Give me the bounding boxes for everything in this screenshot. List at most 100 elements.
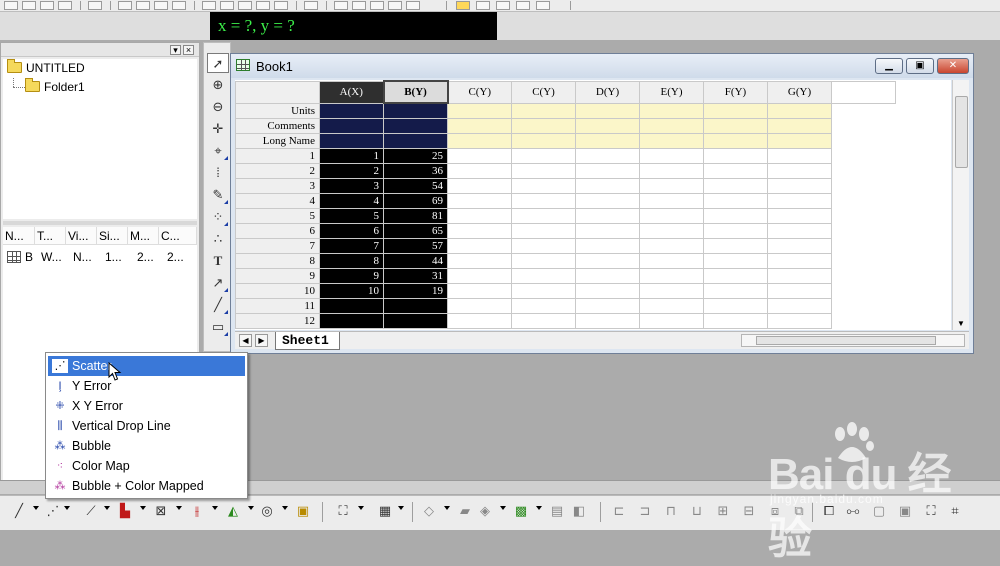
- zoom-out-icon[interactable]: ⊖: [207, 97, 229, 117]
- meta-cell[interactable]: [319, 132, 384, 149]
- data-cell[interactable]: [447, 282, 512, 299]
- menu-item-bubble-color-mapped[interactable]: ⁂ Bubble + Color Mapped: [48, 476, 245, 496]
- row-header[interactable]: 8: [235, 252, 320, 269]
- data-cell[interactable]: 65: [383, 222, 448, 239]
- data-cell[interactable]: [703, 312, 768, 329]
- tab-nav-left-icon[interactable]: ◀: [239, 334, 252, 347]
- data-cell[interactable]: [639, 177, 704, 194]
- row-header[interactable]: 3: [235, 177, 320, 194]
- data-cell[interactable]: 44: [383, 252, 448, 269]
- column-header[interactable]: B(Y): [382, 80, 449, 104]
- data-cell[interactable]: [767, 282, 832, 299]
- data-cell[interactable]: [511, 207, 576, 224]
- contour-icon[interactable]: ▩: [512, 502, 530, 520]
- toolbar-button[interactable]: [88, 1, 102, 10]
- scroll-down-icon[interactable]: ▼: [957, 319, 965, 328]
- data-cell[interactable]: [575, 237, 640, 254]
- align-middle-icon[interactable]: ⊟: [740, 502, 758, 520]
- menu-item-bubble[interactable]: ⁂ Bubble: [48, 436, 245, 456]
- menu-item-color-map[interactable]: ⁖ Color Map: [48, 456, 245, 476]
- dropdown-icon[interactable]: [398, 506, 404, 510]
- toolbar-button[interactable]: [40, 1, 54, 10]
- tree-item-untitled[interactable]: UNTITLED: [7, 59, 85, 77]
- column-chart-icon[interactable]: ▙: [116, 502, 134, 520]
- data-cell[interactable]: [383, 312, 448, 329]
- data-cell[interactable]: 8: [319, 252, 384, 269]
- data-cell[interactable]: 25: [383, 147, 448, 164]
- row-header[interactable]: Units: [235, 102, 320, 119]
- data-cell[interactable]: [511, 192, 576, 209]
- data-cell[interactable]: 4: [319, 192, 384, 209]
- dropdown-icon[interactable]: [358, 506, 364, 510]
- rectangle-tool-icon[interactable]: ▭: [207, 317, 229, 337]
- row-header[interactable]: 2: [235, 162, 320, 179]
- meta-cell[interactable]: [703, 117, 768, 134]
- data-cell[interactable]: [703, 207, 768, 224]
- data-cell[interactable]: [447, 177, 512, 194]
- scatter-points-icon[interactable]: ∴: [207, 229, 229, 249]
- data-cell[interactable]: [767, 252, 832, 269]
- row-header[interactable]: 1: [235, 147, 320, 164]
- data-cell[interactable]: [575, 297, 640, 314]
- 3d-waterfall-icon[interactable]: ▰: [456, 502, 474, 520]
- zoom-in-icon[interactable]: ⊕: [207, 75, 229, 95]
- pointer-icon[interactable]: ➚: [207, 53, 229, 73]
- splitter-handle[interactable]: [3, 221, 197, 225]
- data-cell[interactable]: [639, 192, 704, 209]
- toolbar-button[interactable]: [370, 1, 384, 10]
- dropdown-icon[interactable]: [33, 506, 39, 510]
- tab-nav-right-icon[interactable]: ▶: [255, 334, 268, 347]
- data-cell[interactable]: [447, 222, 512, 239]
- column-header[interactable]: C(Y): [511, 80, 576, 104]
- data-cell[interactable]: [703, 177, 768, 194]
- toolbar-button[interactable]: [456, 1, 470, 10]
- data-cell[interactable]: [447, 252, 512, 269]
- data-cell[interactable]: [639, 312, 704, 329]
- maximize-button[interactable]: ▣: [906, 58, 934, 74]
- data-cell[interactable]: [767, 222, 832, 239]
- data-cell[interactable]: 3: [319, 177, 384, 194]
- data-cell[interactable]: [703, 192, 768, 209]
- data-cell[interactable]: [319, 297, 384, 314]
- data-cell[interactable]: [447, 162, 512, 179]
- data-cell[interactable]: [447, 312, 512, 329]
- meta-cell[interactable]: [447, 102, 512, 119]
- toolbar-button[interactable]: [256, 1, 270, 10]
- toolbar-button[interactable]: [136, 1, 150, 10]
- data-cell[interactable]: [575, 207, 640, 224]
- data-cell[interactable]: [575, 282, 640, 299]
- meta-cell[interactable]: [383, 132, 448, 149]
- data-cell[interactable]: 7: [319, 237, 384, 254]
- meta-cell[interactable]: [447, 117, 512, 134]
- multi-panel-icon[interactable]: ⊠: [152, 502, 170, 520]
- meta-cell[interactable]: [703, 102, 768, 119]
- row-header[interactable]: 9: [235, 267, 320, 284]
- data-cell[interactable]: [767, 177, 832, 194]
- column-header[interactable]: C...: [159, 227, 197, 245]
- meta-cell[interactable]: [447, 132, 512, 149]
- toolbar-button[interactable]: [202, 1, 216, 10]
- data-cell[interactable]: [447, 237, 512, 254]
- data-cell[interactable]: 6: [319, 222, 384, 239]
- toolbar-button[interactable]: [22, 1, 36, 10]
- meta-cell[interactable]: [511, 102, 576, 119]
- column-header[interactable]: F(Y): [703, 80, 768, 104]
- data-cell[interactable]: 2: [319, 162, 384, 179]
- data-reader-icon[interactable]: ⌖: [207, 141, 229, 161]
- 3d-wire-icon[interactable]: ◇: [420, 502, 438, 520]
- data-cell[interactable]: 54: [383, 177, 448, 194]
- data-cell[interactable]: [511, 177, 576, 194]
- data-cell[interactable]: [639, 162, 704, 179]
- data-cell[interactable]: [767, 297, 832, 314]
- toolbar-button[interactable]: [476, 1, 490, 10]
- row-header[interactable]: 12: [235, 312, 320, 329]
- data-cell[interactable]: 9: [319, 267, 384, 284]
- data-cell[interactable]: [511, 162, 576, 179]
- column-header[interactable]: T...: [35, 227, 66, 245]
- meta-cell[interactable]: [639, 102, 704, 119]
- data-cell[interactable]: [511, 237, 576, 254]
- data-cell[interactable]: 81: [383, 207, 448, 224]
- meta-cell[interactable]: [767, 132, 832, 149]
- statistics-plot-icon[interactable]: ⫲: [188, 502, 206, 520]
- column-header[interactable]: C(Y): [447, 80, 512, 104]
